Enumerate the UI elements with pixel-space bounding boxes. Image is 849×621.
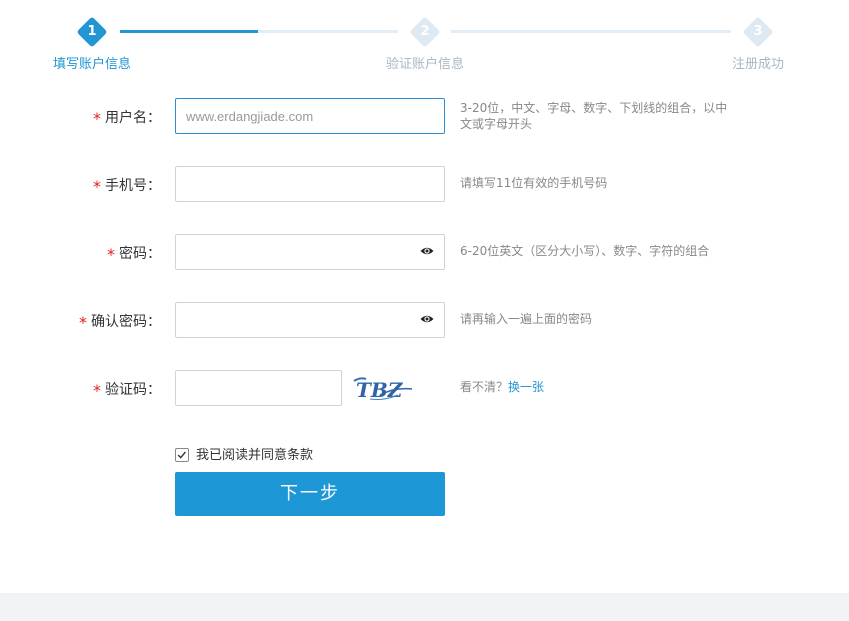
- phone-input[interactable]: [176, 167, 436, 201]
- phone-hint: 请填写11位有效的手机号码: [460, 176, 608, 190]
- password-hint: 6-20位英文（区分大小写）、数字、字符的组合: [460, 244, 710, 258]
- confirm-password-label: * 确认密码：: [79, 311, 161, 332]
- confirm-password-input[interactable]: [176, 303, 436, 337]
- captcha-input[interactable]: [176, 371, 341, 405]
- phone-label-text: 手机号：: [105, 178, 161, 194]
- phone-label: * 手机号：: [93, 175, 161, 196]
- password-label-text: 密码：: [119, 246, 161, 262]
- username-field[interactable]: [175, 98, 445, 134]
- step-3-number: 3: [753, 24, 763, 39]
- step-progress-track-2: [451, 30, 731, 33]
- registration-steps: 1 填写账户信息 2 验证账户信息 3 注册成功: [0, 0, 849, 80]
- confirm-password-field[interactable]: [175, 302, 445, 338]
- refresh-captcha-link[interactable]: 换一张: [508, 380, 544, 394]
- eye-icon[interactable]: [420, 314, 434, 324]
- confirm-password-label-text: 确认密码：: [91, 314, 161, 330]
- agreement-checkbox[interactable]: [175, 448, 189, 462]
- step-progress-fill: [120, 30, 258, 33]
- step-2-label: 验证账户信息: [386, 57, 465, 72]
- password-row: * 密码： 6-20位英文（区分大小写）、数字、字符的组合: [0, 234, 849, 270]
- username-label-text: 用户名：: [105, 110, 161, 126]
- required-mark: *: [93, 109, 101, 128]
- agreement-label: 我已阅读并同意条款: [196, 448, 314, 463]
- username-row: *用户名： 3-20位，中文、字母、数字、下划线的组合，以中文或字母开头: [0, 98, 849, 134]
- step-3-label: 注册成功: [732, 57, 785, 72]
- confirm-password-row: * 确认密码： 请再输入一遍上面的密码: [0, 302, 849, 338]
- username-hint: 3-20位，中文、字母、数字、下划线的组合，以中文或字母开头: [460, 101, 728, 131]
- required-mark: *: [93, 381, 101, 400]
- username-label: * 用户名：: [93, 107, 161, 128]
- required-mark: *: [107, 245, 115, 264]
- captcha-row: * 验证码： TBZ 看不清？换一张: [0, 370, 849, 406]
- check-icon: [177, 451, 186, 459]
- step-progress-track-1: [258, 30, 398, 33]
- required-mark: *: [93, 177, 101, 196]
- password-field[interactable]: [175, 234, 445, 270]
- password-label: * 密码：: [107, 243, 161, 264]
- captcha-hint-text: 看不清？: [460, 380, 509, 394]
- username-input[interactable]: [176, 99, 436, 133]
- required-mark: *: [79, 313, 87, 332]
- password-input[interactable]: [176, 235, 436, 269]
- eye-icon[interactable]: [420, 246, 434, 256]
- captcha-image[interactable]: TBZ: [350, 373, 418, 403]
- captcha-hint: 看不清？换一张: [460, 379, 730, 395]
- step-1-number: 1: [87, 24, 97, 39]
- next-step-button[interactable]: 下一步: [175, 472, 445, 516]
- page-footer: [0, 593, 849, 621]
- captcha-label-text: 验证码：: [105, 382, 161, 398]
- step-1-label: 填写账户信息: [53, 57, 132, 72]
- step-2-number: 2: [420, 24, 430, 39]
- captcha-label: * 验证码：: [93, 379, 161, 400]
- phone-row: * 手机号： 请填写11位有效的手机号码: [0, 166, 849, 202]
- captcha-field[interactable]: [175, 370, 342, 406]
- phone-field[interactable]: [175, 166, 445, 202]
- confirm-password-hint: 请再输入一遍上面的密码: [460, 312, 593, 326]
